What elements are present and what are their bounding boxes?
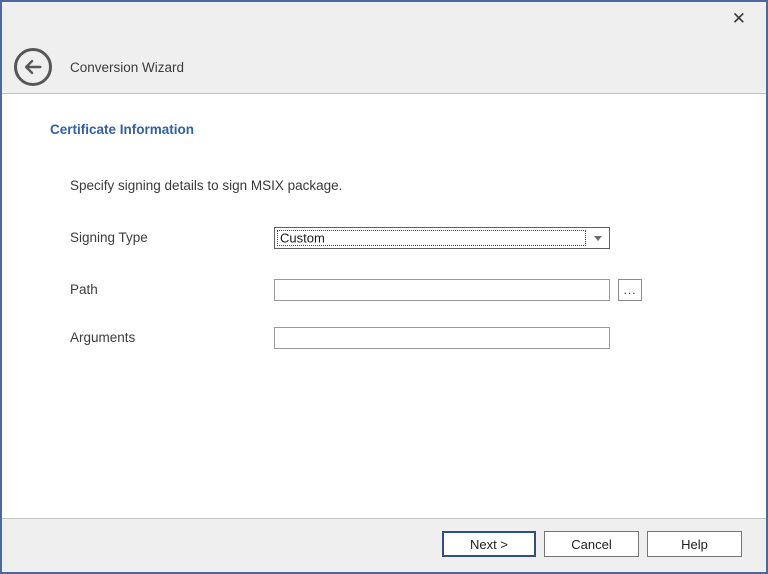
browse-button[interactable]: ... <box>618 279 642 301</box>
close-icon[interactable]: ✕ <box>732 8 746 30</box>
path-input[interactable] <box>274 279 610 301</box>
back-button[interactable] <box>14 48 52 86</box>
wizard-title: Conversion Wizard <box>70 60 184 75</box>
conversion-wizard-window: ✕ Conversion Wizard Certificate Informat… <box>0 0 768 574</box>
next-button[interactable]: Next > <box>442 531 536 557</box>
back-arrow-icon <box>22 56 44 78</box>
wizard-footer: Next > Cancel Help <box>2 518 766 572</box>
signing-type-label: Signing Type <box>70 230 148 245</box>
chevron-down-icon <box>594 236 602 241</box>
cancel-button[interactable]: Cancel <box>544 531 639 557</box>
page-description: Specify signing details to sign MSIX pac… <box>70 178 342 193</box>
signing-type-value: Custom <box>280 231 325 246</box>
help-button[interactable]: Help <box>647 531 742 557</box>
arguments-label: Arguments <box>70 330 135 345</box>
wizard-header: ✕ Conversion Wizard <box>2 2 766 94</box>
page-heading: Certificate Information <box>50 122 194 137</box>
arguments-input[interactable] <box>274 327 610 349</box>
path-label: Path <box>70 282 98 297</box>
signing-type-dropdown[interactable]: Custom <box>274 227 610 249</box>
